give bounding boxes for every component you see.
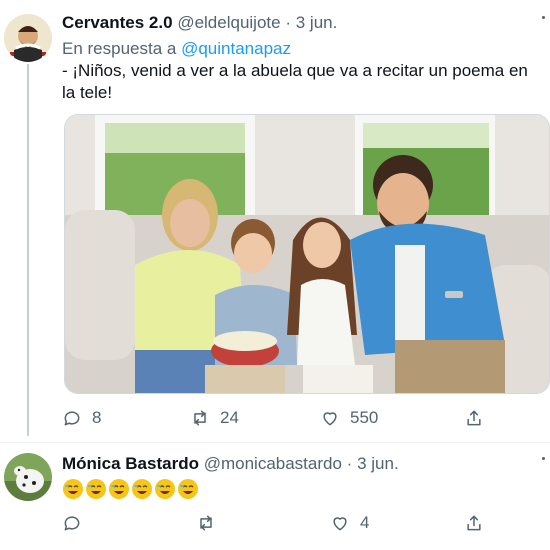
- avatar-cervantes[interactable]: [4, 14, 52, 62]
- separator: ·: [346, 454, 353, 473]
- reply-mention-link[interactable]: @quintanapaz: [181, 39, 291, 58]
- handle[interactable]: @eldelquijote: [177, 13, 280, 32]
- tweet-cervantes[interactable]: Cervantes 2.0 @eldelquijote · 3 jun. En …: [0, 0, 550, 442]
- separator: ·: [285, 13, 291, 32]
- timestamp[interactable]: 3 jun.: [296, 13, 338, 32]
- rofl-emoji-icon: [86, 479, 106, 499]
- retweet-button[interactable]: [196, 513, 226, 533]
- reply-context: En respuesta a @quintanapaz: [62, 38, 291, 60]
- share-button[interactable]: [464, 408, 484, 428]
- reply-count: 8: [92, 408, 102, 427]
- thread-line: [27, 64, 29, 436]
- tweet-actions: 8 24 550: [62, 408, 530, 432]
- reply-icon: [64, 516, 80, 531]
- more-options-icon[interactable]: [536, 14, 550, 34]
- rofl-emoji-icon: [155, 479, 175, 499]
- avatar-monica[interactable]: [4, 453, 52, 501]
- heart-icon: [333, 517, 347, 531]
- share-icon: [467, 410, 481, 426]
- more-options-icon[interactable]: [536, 455, 550, 475]
- rofl-emoji-icon: [132, 479, 152, 499]
- tweet-text: - ¡Niños, venid a ver a la abuela que va…: [62, 61, 528, 102]
- retweet-button[interactable]: 24: [190, 408, 239, 428]
- retweet-icon: [200, 515, 212, 531]
- tweet-media-photo[interactable]: [64, 114, 550, 394]
- like-button[interactable]: 4: [330, 513, 369, 533]
- heart-icon: [323, 412, 337, 426]
- reply-icon: [64, 411, 80, 426]
- like-count: 550: [350, 408, 379, 427]
- tweet-monica[interactable]: Mónica Bastardo @monicabastardo · 3 jun.…: [0, 443, 550, 550]
- rofl-emoji-icon: [178, 479, 198, 499]
- retweet-count: 24: [220, 408, 239, 427]
- reply-button[interactable]: 8: [62, 408, 101, 428]
- retweet-icon: [194, 410, 206, 426]
- timestamp[interactable]: 3 jun.: [357, 454, 399, 473]
- display-name[interactable]: Mónica Bastardo: [62, 454, 199, 473]
- reply-button[interactable]: [62, 513, 92, 533]
- share-button[interactable]: [464, 513, 484, 533]
- share-icon: [467, 515, 481, 531]
- tweet-header: Mónica Bastardo @monicabastardo · 3 jun.: [62, 453, 399, 475]
- like-button[interactable]: 550: [320, 408, 378, 428]
- like-count: 4: [360, 513, 370, 532]
- handle[interactable]: @monicabastardo: [204, 454, 342, 473]
- tweet-header: Cervantes 2.0 @eldelquijote · 3 jun.: [62, 12, 337, 34]
- display-name[interactable]: Cervantes 2.0: [62, 13, 173, 32]
- reply-prefix: En respuesta a: [62, 39, 177, 58]
- tweet-text: 🤣🤣🤣🤣🤣🤣: [62, 478, 199, 500]
- rofl-emoji-icon: [63, 479, 83, 499]
- tweet-actions: 4: [62, 513, 530, 537]
- rofl-emoji-icon: [109, 479, 129, 499]
